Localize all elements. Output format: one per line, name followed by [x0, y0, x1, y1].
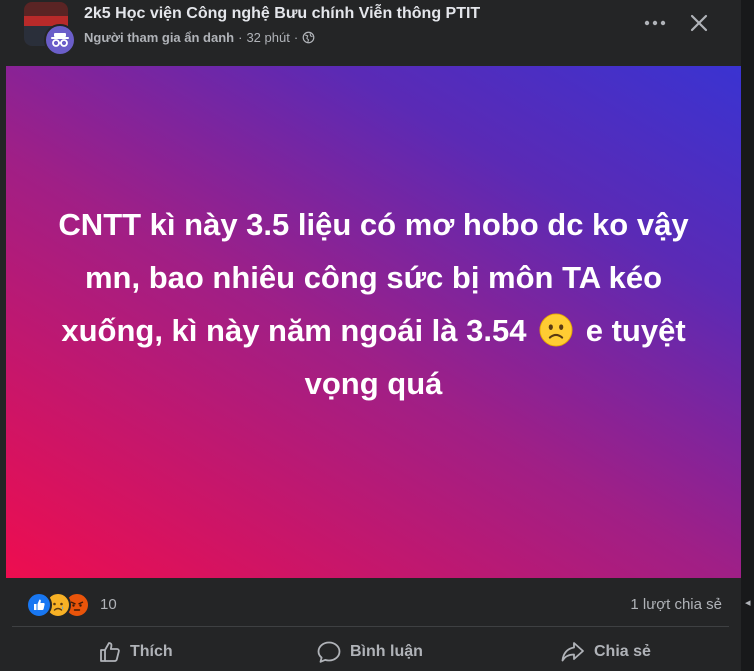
meta-separator: · [238, 30, 243, 45]
reactions-summary[interactable] [26, 592, 90, 618]
anonymous-avatar[interactable] [44, 24, 76, 56]
anonymous-user-icon [51, 33, 69, 47]
post-actions: Thích Bình luận Chia sẻ [0, 632, 741, 671]
thumbs-up-icon [98, 640, 122, 664]
post-background: CNTT kì này 3.5 liệu có mơ hobo dc ko vậ… [6, 66, 741, 578]
more-options-button[interactable] [640, 8, 670, 38]
post-header: 2k5 Học viện Công nghệ Bưu chính Viễn th… [0, 0, 741, 64]
share-arrow-icon [560, 640, 586, 664]
like-button[interactable]: Thích [98, 632, 173, 671]
reaction-count[interactable]: 10 [100, 596, 117, 613]
like-label: Thích [130, 643, 173, 660]
author-name[interactable]: Người tham gia ẩn danh [84, 30, 234, 45]
post-meta: Người tham gia ẩn danh · 32 phút · [84, 30, 315, 45]
group-name-link[interactable]: 2k5 Học viện Công nghệ Bưu chính Viễn th… [84, 5, 480, 23]
post-text: CNTT kì này 3.5 liệu có mơ hobo dc ko vậ… [34, 198, 714, 410]
slightly-frowning-face-icon [539, 313, 573, 347]
comment-icon [316, 640, 342, 664]
close-icon [690, 14, 708, 32]
post-stats: 10 1 lượt chia sẻ [0, 582, 741, 626]
comment-button[interactable]: Bình luận [316, 632, 423, 671]
like-icon [26, 592, 52, 618]
share-button[interactable]: Chia sẻ [560, 632, 651, 671]
post-card: 2k5 Học viện Công nghệ Bưu chính Viễn th… [0, 0, 741, 671]
avatar-band-top [24, 2, 68, 16]
page-gutter: ◂ [741, 0, 754, 671]
share-label: Chia sẻ [594, 643, 651, 660]
close-button[interactable] [684, 8, 714, 38]
post-time[interactable]: 32 phút [246, 30, 289, 45]
meta-separator: · [293, 30, 299, 45]
divider [12, 626, 729, 627]
more-horizontal-icon [644, 20, 666, 26]
comment-label: Bình luận [350, 643, 423, 660]
scroll-arrow-icon[interactable]: ◂ [745, 596, 751, 609]
share-count[interactable]: 1 lượt chia sẻ [630, 596, 722, 613]
globe-icon [302, 31, 315, 44]
